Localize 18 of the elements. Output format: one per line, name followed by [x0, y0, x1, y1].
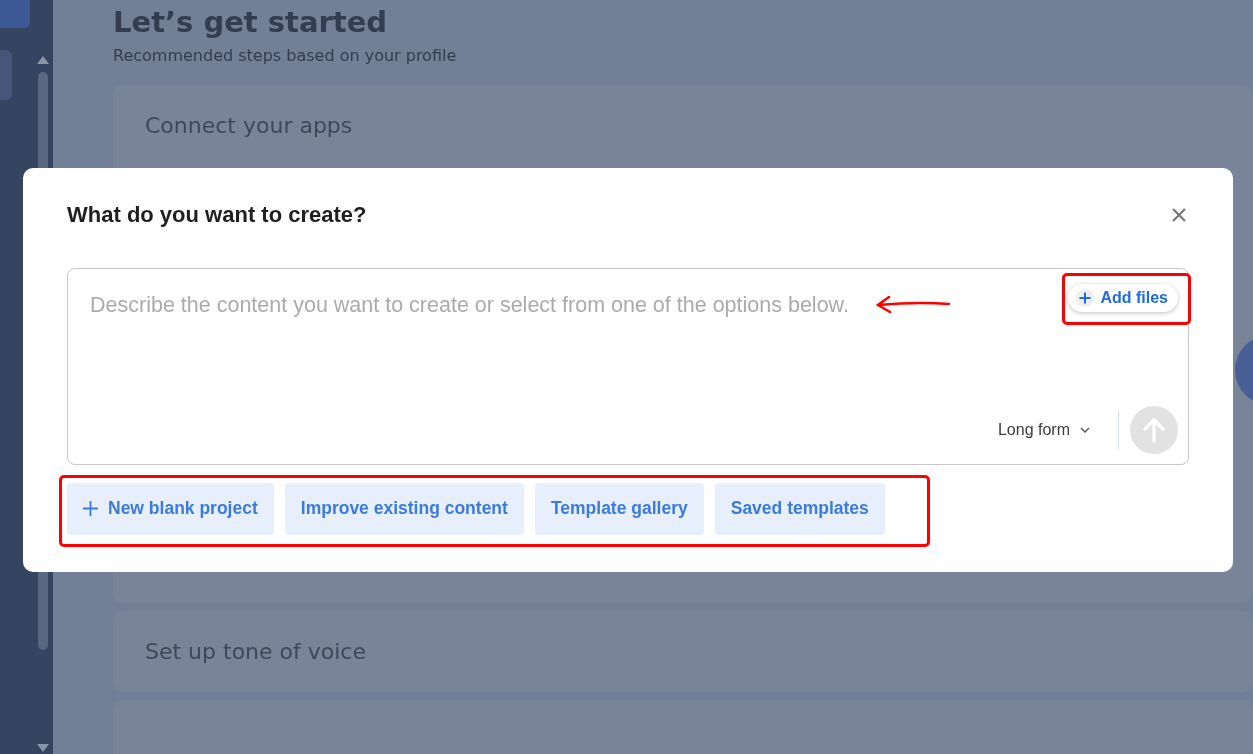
send-button[interactable] [1130, 406, 1178, 454]
plus-icon [1076, 289, 1095, 307]
sidebar-item[interactable] [0, 50, 12, 100]
option-button[interactable]: Improve existing content [284, 483, 524, 535]
close-icon[interactable] [1171, 207, 1187, 223]
caret-icon [1080, 426, 1090, 434]
sidebar-item[interactable] [0, 0, 30, 28]
option-button[interactable]: New blank project [67, 483, 274, 535]
option-button[interactable]: Saved templates [714, 483, 885, 535]
step-card[interactable]: Set up tone of voice [113, 611, 1253, 692]
plus-icon [83, 501, 98, 516]
page-subtitle: Recommended steps based on your profile [113, 46, 458, 65]
format-dropdown[interactable]: Long form [997, 421, 1090, 439]
page-title: Let’s get started [113, 4, 389, 40]
option-button[interactable]: Template gallery [534, 483, 704, 535]
dialog-title: What do you want to create? [67, 202, 367, 228]
add-files-button[interactable]: Add files [1068, 284, 1178, 312]
arrow-up-icon [1142, 417, 1166, 443]
